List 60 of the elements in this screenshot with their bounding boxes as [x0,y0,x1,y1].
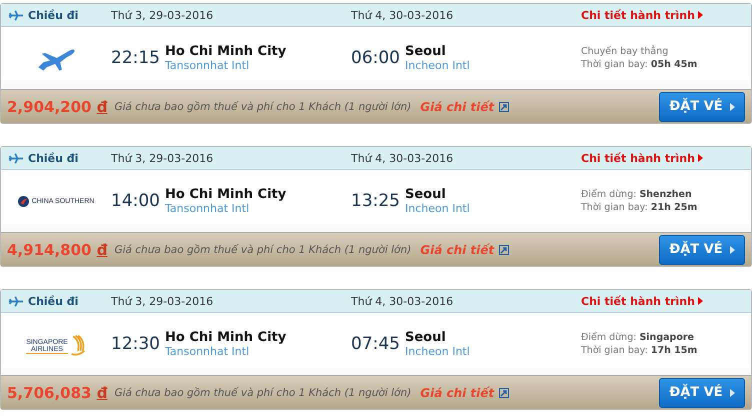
airplane-icon [8,10,24,20]
price-details-link[interactable]: Giá chi tiết [420,386,494,400]
price-details-link[interactable]: Giá chi tiết [420,242,494,256]
price-note: Giá chưa bao gồm thuế và phí cho 1 Khách (1 người lớn) [114,244,412,256]
itinerary-details-link[interactable]: Chi tiết hành trình [581,294,751,308]
arrival-time: 13:25 [351,191,400,211]
arrival-date: Thứ 4, 30-03-2016 [351,294,454,308]
arrival-time: 07:45 [351,334,400,354]
departure-airport: Tansonnhat Intl [165,345,250,358]
arrival-city: Seoul [405,44,447,59]
departure-date: Thứ 3, 29-03-2016 [111,8,214,22]
triangle-icon [730,246,735,254]
price-note: Giá chưa bao gồm thuế và phí cho 1 Khách (1 người lớn) [114,386,412,398]
book-button[interactable]: ĐẶT VÉ [659,378,745,408]
price-details-link[interactable]: Giá chi tiết [420,100,494,114]
departure-city: Ho Chi Minh City [165,187,286,202]
price: 5,706,083 đ [7,384,108,402]
departure-airport: Tansonnhat Intl [165,202,250,215]
triangle-icon [698,297,703,305]
airplane-icon [8,296,24,306]
direction-label: Chiều đi [28,152,78,164]
external-link-icon [499,244,510,254]
triangle-icon [698,154,703,162]
stopover-text: Điểm dừng: Singapore [581,332,695,343]
departure-airport: Tansonnhat Intl [165,59,250,72]
arrival-date: Thứ 4, 30-03-2016 [351,8,454,22]
departure-time: 12:30 [111,334,160,354]
price-note: Giá chưa bao gồm thuế và phí cho 1 Khách (1 người lớn) [114,100,412,112]
stopover-text: Điểm dừng: Shenzhen [581,189,693,200]
triangle-icon [730,388,735,396]
triangle-icon [698,11,703,19]
departure-city: Ho Chi Minh City [165,44,286,59]
departure-time: 22:15 [111,48,160,68]
arrival-city: Seoul [405,330,447,345]
departure-date: Thứ 3, 29-03-2016 [111,152,214,164]
departure-date: Thứ 3, 29-03-2016 [111,294,214,308]
triangle-icon [730,102,735,110]
departure-time: 14:00 [111,191,160,211]
arrival-airport: Incheon Intl [405,345,470,358]
book-button[interactable]: ĐẶT VÉ [659,92,745,122]
airplane-icon [8,152,24,164]
book-button[interactable]: ĐẶT VÉ [659,234,745,264]
arrival-time: 06:00 [351,48,400,68]
price: 2,904,200 đ [7,98,108,116]
direction-label: Chiều đi [28,8,78,22]
external-link-icon [499,388,510,398]
flight-duration: Thời gian bay: 17h 15m [581,345,698,356]
flight-duration: Thời gian bay: 05h 45m [581,59,698,70]
arrival-date: Thứ 4, 30-03-2016 [351,152,454,164]
price: 4,914,800 đ [7,240,108,258]
departure-city: Ho Chi Minh City [165,330,286,345]
flight-duration: Thời gian bay: 21h 25m [581,202,698,213]
arrival-airport: Incheon Intl [405,202,470,215]
direction-label: Chiều đi [28,294,78,308]
direct-flight-text: Chuyến bay thẳng [581,46,670,57]
external-link-icon [499,102,510,112]
arrival-airport: Incheon Intl [405,59,470,72]
itinerary-details-link[interactable]: Chi tiết hành trình [581,8,751,22]
itinerary-details-link[interactable]: Chi tiết hành trình [581,152,751,164]
arrival-city: Seoul [405,187,447,202]
